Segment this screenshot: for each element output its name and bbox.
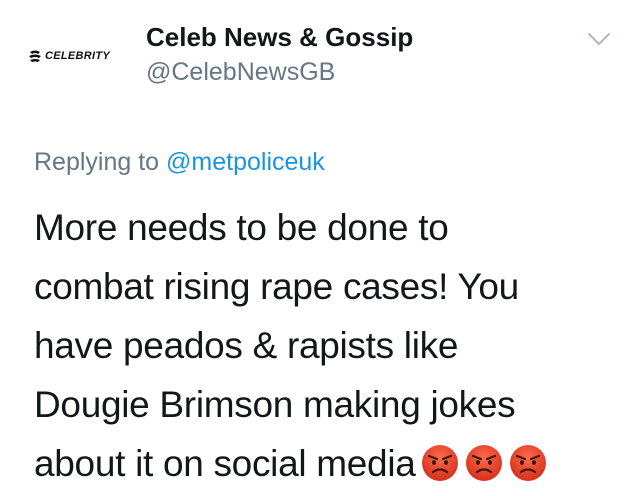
chevron-down-icon[interactable]: [586, 26, 612, 52]
angry-face-icon: [465, 445, 502, 481]
user-handle[interactable]: @CelebNewsGB: [146, 58, 335, 87]
tweet-line: More needs to be done to: [34, 207, 449, 248]
tweet-last-line: about it on social media: [34, 434, 634, 493]
display-name[interactable]: Celeb News & Gossip: [146, 22, 413, 53]
replying-to: Replying to @metpoliceuk: [34, 148, 325, 177]
tweet: CELEBRITY Celeb News & Gossip @CelebNews…: [0, 0, 640, 496]
angry-face-icon: [509, 445, 546, 481]
tweet-text: More needs to be done to combat rising r…: [34, 198, 634, 493]
tweet-line: Dougie Brimson making jokes: [34, 384, 516, 425]
avatar[interactable]: CELEBRITY: [28, 38, 128, 74]
reply-mention-link[interactable]: @metpoliceuk: [166, 148, 325, 176]
angry-face-icon: [421, 445, 458, 481]
tweet-line: have peados & rapists like: [34, 325, 459, 366]
avatar-logo-text: CELEBRITY: [45, 50, 111, 62]
tweet-line: about it on social media: [34, 443, 416, 484]
replying-prefix: Replying to: [34, 148, 160, 176]
tweet-line: combat rising rape cases! You: [34, 266, 519, 307]
celebrity-logo-icon: [29, 50, 41, 62]
